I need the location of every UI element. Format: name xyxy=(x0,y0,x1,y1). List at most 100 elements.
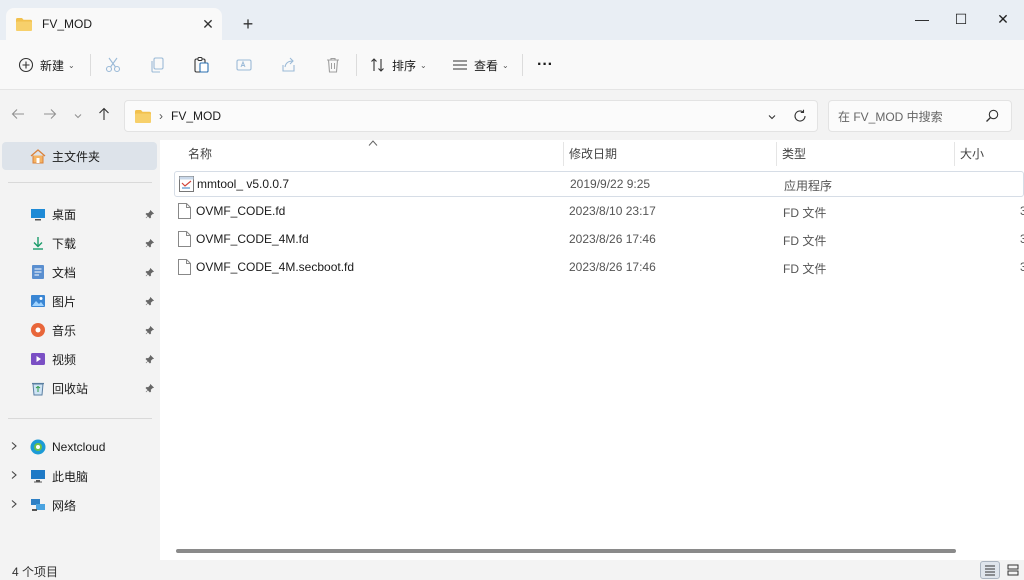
sidebar-item-videos[interactable]: 视频 xyxy=(0,345,160,373)
sidebar-item-pictures[interactable]: 图片 xyxy=(0,287,160,315)
address-row: › FV_MOD 在 FV_MOD 中搜索 xyxy=(0,90,1024,140)
cut-button[interactable] xyxy=(104,53,122,77)
sidebar-item-home[interactable]: 主文件夹 xyxy=(2,142,157,170)
file-row[interactable]: OVMF_CODE.fd 2023/8/10 23:17 FD 文件 3 xyxy=(174,199,1024,225)
command-bar: 新建 ⌄ 排序 ⌄ 查看 ⌄ ··· xyxy=(0,40,1024,90)
sidebar-divider xyxy=(8,182,152,183)
file-type: 应用程序 xyxy=(784,179,833,193)
refresh-button[interactable] xyxy=(793,109,807,126)
horizontal-scrollbar[interactable] xyxy=(176,549,956,553)
share-icon xyxy=(282,57,295,72)
chevron-right-icon[interactable] xyxy=(10,499,18,512)
file-icon xyxy=(178,203,191,222)
file-row[interactable]: mmtool_ v5.0.0.7 2019/9/22 9:25 应用程序 xyxy=(174,171,1024,197)
recycle-bin-icon xyxy=(30,380,46,396)
tab-close-button[interactable]: ✕ xyxy=(194,16,222,33)
search-input[interactable]: 在 FV_MOD 中搜索 xyxy=(828,100,1012,132)
close-window-button[interactable]: ✕ xyxy=(983,8,1023,30)
file-modified-date: 2023/8/10 23:17 xyxy=(569,204,656,218)
column-divider[interactable] xyxy=(563,142,564,166)
sidebar-item-label: 视频 xyxy=(52,352,77,367)
sidebar-item-this-pc[interactable]: 此电脑 xyxy=(0,462,160,490)
sort-button[interactable]: 排序 ⌄ xyxy=(370,53,427,77)
view-label: 查看 xyxy=(474,58,499,73)
file-modified-date: 2023/8/26 17:46 xyxy=(569,232,656,246)
sidebar-item-label: 桌面 xyxy=(52,207,77,222)
sidebar-item-label: Nextcloud xyxy=(52,440,106,454)
sidebar-item-nextcloud[interactable]: Nextcloud xyxy=(0,433,160,461)
toolbar-divider xyxy=(90,54,91,76)
column-header-name[interactable]: 名称 xyxy=(188,140,212,168)
file-type: FD 文件 xyxy=(783,206,827,220)
column-header-type[interactable]: 类型 xyxy=(782,140,806,168)
column-divider[interactable] xyxy=(776,142,777,166)
sidebar-item-label: 下载 xyxy=(52,236,77,251)
back-button[interactable] xyxy=(8,106,28,126)
pin-icon[interactable] xyxy=(145,266,155,280)
sidebar-item-label: 回收站 xyxy=(52,381,89,396)
copy-icon xyxy=(151,57,164,73)
file-type: FD 文件 xyxy=(783,234,827,248)
file-modified-date: 2019/9/22 9:25 xyxy=(570,177,651,191)
file-row[interactable]: OVMF_CODE_4M.secboot.fd 2023/8/26 17:46 FD… xyxy=(174,255,1024,281)
new-button[interactable]: 新建 ⌄ xyxy=(18,53,75,77)
chevron-right-icon[interactable] xyxy=(10,441,18,454)
tab-strip: FV_MOD ✕ + — ☐ ✕ xyxy=(0,0,1024,40)
sidebar-item-music[interactable]: 音乐 xyxy=(0,316,160,344)
file-size: 3 xyxy=(1020,232,1024,246)
maximize-button[interactable]: ☐ xyxy=(941,8,981,30)
rename-icon xyxy=(236,59,252,71)
up-button[interactable] xyxy=(94,106,114,126)
details-view-button[interactable] xyxy=(980,561,1000,579)
pin-icon[interactable] xyxy=(145,324,155,338)
recent-locations-button[interactable] xyxy=(68,106,88,126)
pin-icon[interactable] xyxy=(145,237,155,251)
file-row[interactable]: OVMF_CODE_4M.fd 2023/8/26 17:46 FD 文件 3 xyxy=(174,227,1024,253)
sidebar-item-documents[interactable]: 文档 xyxy=(0,258,160,286)
minimize-button[interactable]: — xyxy=(902,8,942,30)
folder-icon xyxy=(16,17,32,31)
breadcrumb-fv-mod[interactable]: FV_MOD xyxy=(171,109,221,123)
column-divider[interactable] xyxy=(954,142,955,166)
address-history-button[interactable] xyxy=(767,111,777,125)
view-button[interactable]: 查看 ⌄ xyxy=(452,53,509,77)
sidebar-item-network[interactable]: 网络 xyxy=(0,491,160,519)
pin-icon[interactable] xyxy=(145,353,155,367)
new-tab-button[interactable]: + xyxy=(236,14,260,35)
sort-label: 排序 xyxy=(392,58,417,73)
share-button[interactable] xyxy=(280,53,298,77)
folder-icon xyxy=(135,109,151,123)
chevron-right-icon[interactable] xyxy=(10,470,18,483)
arrow-right-icon xyxy=(44,109,57,119)
pin-icon[interactable] xyxy=(145,382,155,396)
sidebar-item-download[interactable]: 下载 xyxy=(0,229,160,257)
delete-button[interactable] xyxy=(324,53,342,77)
network-icon xyxy=(30,497,46,513)
sidebar-item-desktop[interactable]: 桌面 xyxy=(0,200,160,228)
plus-circle-icon xyxy=(18,57,34,73)
address-bar[interactable]: › FV_MOD xyxy=(124,100,818,132)
forward-button[interactable] xyxy=(40,106,60,126)
rename-button[interactable] xyxy=(235,53,253,77)
home-icon xyxy=(30,148,46,164)
file-name: OVMF_CODE_4M.secboot.fd xyxy=(196,260,355,274)
nextcloud-icon xyxy=(30,439,46,455)
column-header-modified[interactable]: 修改日期 xyxy=(569,140,617,168)
tiles-view-button[interactable] xyxy=(1003,561,1023,579)
trash-icon xyxy=(327,57,339,73)
copy-button[interactable] xyxy=(148,53,166,77)
chevron-down-icon: ⌄ xyxy=(68,60,75,70)
chevron-down-icon: ⌄ xyxy=(502,60,509,70)
sidebar-item-label: 网络 xyxy=(52,498,77,513)
column-header-size[interactable]: 大小 xyxy=(960,140,984,168)
pin-icon[interactable] xyxy=(145,295,155,309)
new-label: 新建 xyxy=(40,58,65,73)
pin-icon[interactable] xyxy=(145,208,155,222)
file-list: 名称 修改日期 类型 大小 mmtool_ v5.0.0.7 2019/9/22 … xyxy=(160,140,1024,560)
arrow-up-icon xyxy=(99,107,109,120)
sidebar-item-recycle-bin[interactable]: 回收站 xyxy=(0,374,160,402)
paste-button[interactable] xyxy=(192,53,210,77)
tab-fv-mod[interactable]: FV_MOD ✕ xyxy=(6,8,222,40)
more-options-button[interactable]: ··· xyxy=(537,53,553,77)
view-list-icon xyxy=(453,60,467,70)
